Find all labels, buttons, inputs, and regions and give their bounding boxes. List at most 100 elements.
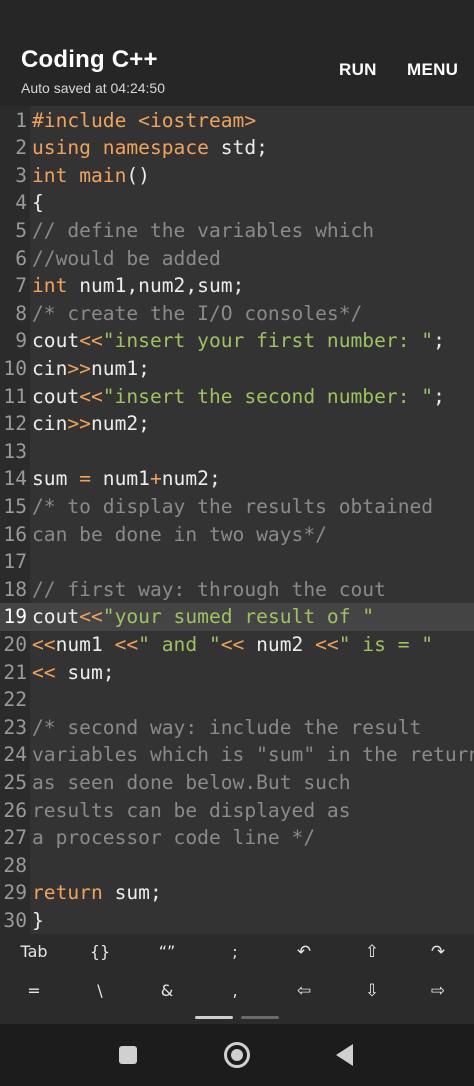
code-line[interactable]: 5// define the variables which bbox=[0, 217, 474, 245]
code-token: //would be added bbox=[32, 246, 221, 270]
code-token: a processor code line */ bbox=[32, 826, 316, 850]
code-token: << bbox=[220, 632, 245, 656]
code-line[interactable]: 4{ bbox=[0, 189, 474, 217]
line-number: 4 bbox=[15, 191, 27, 215]
code-line[interactable]: 24 variables which is "sum" in the return bbox=[0, 741, 474, 769]
system-nav-bar bbox=[0, 1024, 474, 1086]
code-line[interactable]: 13 bbox=[0, 438, 474, 466]
line-number: 13 bbox=[3, 439, 27, 463]
code-line[interactable]: 28 bbox=[0, 852, 474, 880]
arrow-down-icon[interactable]: ⇩ bbox=[342, 973, 402, 1009]
home-circle-icon[interactable] bbox=[224, 1042, 250, 1068]
code-line[interactable]: 27 a processor code line */ bbox=[0, 824, 474, 852]
menu-button[interactable]: MENU bbox=[407, 60, 458, 80]
line-number: 18 bbox=[3, 577, 27, 601]
code-token: "insert the second number: " bbox=[102, 384, 434, 408]
code-line[interactable]: 18// first way: through the cout bbox=[0, 576, 474, 604]
code-line[interactable]: 16 can be done in two ways*/ bbox=[0, 521, 474, 549]
symbol-key-bar: Tab{} “”; ↶ ⇧ ↷ = \ &, ⇦ ⇩ ⇨ bbox=[0, 934, 474, 1024]
line-number: 19 bbox=[3, 605, 27, 629]
line-number: 5 bbox=[15, 218, 27, 242]
quotes-key[interactable]: “” bbox=[137, 934, 197, 970]
code-token: num1,num2,sum; bbox=[79, 274, 245, 298]
braces-key[interactable]: {} bbox=[70, 934, 130, 970]
code-token: << bbox=[79, 329, 103, 353]
shift-up-icon[interactable]: ⇧ bbox=[342, 934, 402, 970]
code-line[interactable]: 3 int main() bbox=[0, 162, 474, 190]
redo-icon[interactable]: ↷ bbox=[408, 934, 468, 970]
code-line[interactable]: 7 int num1,num2,sum; bbox=[0, 272, 474, 300]
code-text: << sum; bbox=[32, 659, 115, 687]
code-line[interactable]: 12 cin>>num2; bbox=[0, 410, 474, 438]
comma-key[interactable]: , bbox=[205, 973, 265, 1009]
code-line[interactable]: 1 #include <iostream> bbox=[0, 107, 474, 135]
code-line[interactable]: 15/* to display the results obtained bbox=[0, 493, 474, 521]
code-line[interactable]: 21 << sum; bbox=[0, 659, 474, 687]
code-token: = bbox=[79, 467, 91, 491]
undo-icon[interactable]: ↶ bbox=[274, 934, 334, 970]
arrow-right-icon[interactable]: ⇨ bbox=[408, 973, 468, 1009]
code-text: #include <iostream> bbox=[32, 107, 256, 135]
code-line[interactable]: 20 <<num1 <<" and "<< num2 <<" is = " bbox=[0, 631, 474, 659]
code-token: >> bbox=[67, 412, 91, 436]
code-text: int num1,num2,sum; bbox=[32, 272, 244, 300]
code-token: using namespace bbox=[32, 136, 221, 160]
code-token: << bbox=[32, 660, 56, 684]
tab-key[interactable]: Tab bbox=[4, 934, 64, 970]
code-line[interactable]: 29 return sum; bbox=[0, 879, 474, 907]
code-token: num1; bbox=[90, 356, 150, 380]
code-text: sum = num1+num2; bbox=[32, 465, 221, 493]
code-line[interactable]: 2 using namespace std; bbox=[0, 134, 474, 162]
recents-square-icon[interactable] bbox=[119, 1046, 137, 1064]
semicolon-key[interactable]: ; bbox=[205, 934, 265, 970]
code-token: " and " bbox=[138, 632, 221, 656]
code-line[interactable]: 30} bbox=[0, 907, 474, 934]
code-line[interactable]: 9 cout<<"insert your first number: "; bbox=[0, 327, 474, 355]
code-line[interactable]: 17 bbox=[0, 548, 474, 576]
ampersand-key[interactable]: & bbox=[137, 973, 197, 1009]
app-bar: Coding C++ Auto saved at 04:24:50 RUN ME… bbox=[0, 36, 474, 106]
code-token: cout bbox=[32, 329, 80, 353]
code-line[interactable]: 19 cout<<"your sumed result of " bbox=[0, 603, 474, 631]
code-token: "insert your first number: " bbox=[102, 329, 434, 353]
line-number: 23 bbox=[3, 715, 27, 739]
line-number: 7 bbox=[15, 274, 27, 298]
code-line[interactable]: 25 as seen done below.But such bbox=[0, 769, 474, 797]
arrow-left-icon[interactable]: ⇦ bbox=[274, 973, 334, 1009]
line-number: 15 bbox=[3, 494, 27, 518]
code-line[interactable]: 10 cin>>num1; bbox=[0, 355, 474, 383]
back-triangle-icon[interactable] bbox=[336, 1044, 353, 1066]
code-token: << bbox=[79, 605, 103, 629]
line-number: 28 bbox=[3, 853, 27, 877]
code-token: << bbox=[114, 632, 139, 656]
app-title: Coding C++ bbox=[21, 46, 158, 73]
code-text: return sum; bbox=[32, 879, 162, 907]
code-token: sum; bbox=[114, 881, 162, 905]
code-token: int bbox=[32, 274, 80, 298]
code-line[interactable]: 14 sum = num1+num2; bbox=[0, 465, 474, 493]
code-line[interactable]: 22 bbox=[0, 686, 474, 714]
code-token: + bbox=[149, 467, 162, 491]
line-number: 30 bbox=[3, 908, 27, 932]
run-button[interactable]: RUN bbox=[339, 60, 377, 80]
code-line[interactable]: 8/* create the I/O consoles*/ bbox=[0, 300, 474, 328]
line-number: 26 bbox=[3, 798, 27, 822]
line-number: 3 bbox=[15, 163, 27, 187]
code-token: <iostream> bbox=[138, 108, 257, 132]
backslash-key[interactable]: \ bbox=[70, 973, 130, 1009]
code-text: can be done in two ways*/ bbox=[32, 521, 327, 549]
code-editor[interactable]: 1 #include <iostream> 2 using namespace std… bbox=[0, 106, 474, 934]
code-text: results can be displayed as bbox=[32, 797, 351, 825]
code-line[interactable]: 26 results can be displayed as bbox=[0, 797, 474, 825]
code-text: <<num1 <<" and "<< num2 <<" is = " bbox=[32, 631, 433, 659]
code-token: /* to display the results obtained bbox=[32, 494, 434, 518]
line-number: 14 bbox=[3, 467, 27, 491]
code-text: variables which is "sum" in the return bbox=[32, 741, 474, 769]
code-token: << bbox=[32, 632, 56, 656]
code-line[interactable]: 6//would be added bbox=[0, 245, 474, 273]
equals-key[interactable]: = bbox=[4, 973, 64, 1009]
code-text: a processor code line */ bbox=[32, 824, 315, 852]
code-token: >> bbox=[67, 356, 91, 380]
code-line[interactable]: 23/* second way: include the result bbox=[0, 714, 474, 742]
code-line[interactable]: 11 cout<<"insert the second number: "; bbox=[0, 383, 474, 411]
